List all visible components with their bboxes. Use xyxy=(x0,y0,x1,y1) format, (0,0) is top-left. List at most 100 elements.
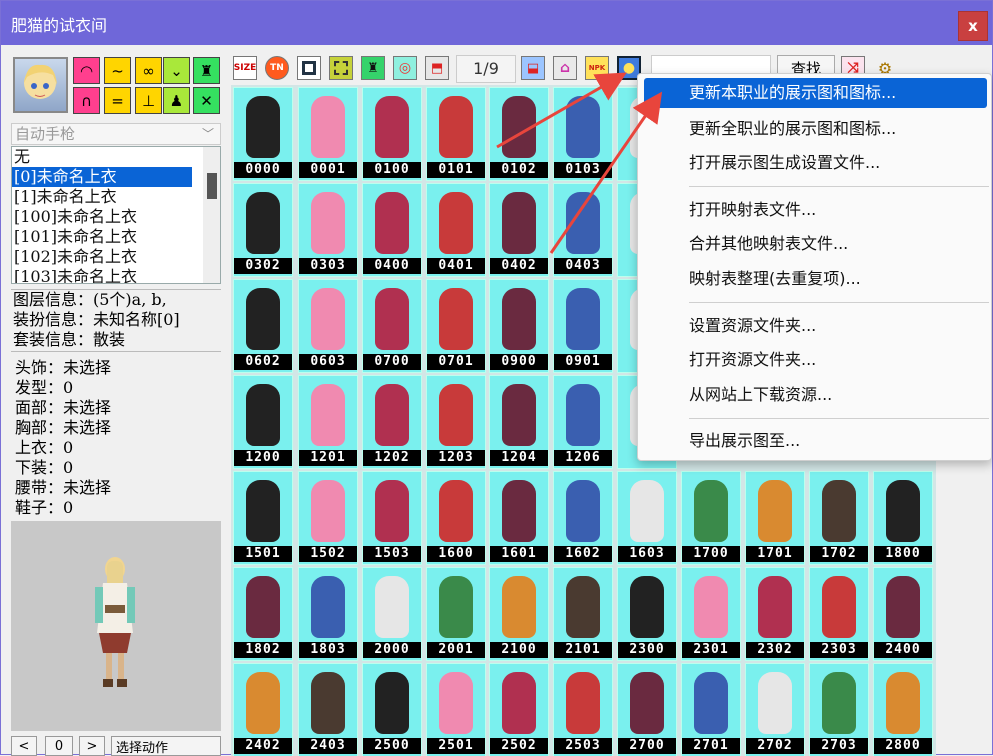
outfit-cell[interactable]: 1503 xyxy=(362,471,422,565)
outfit-cell[interactable]: 0602 xyxy=(233,279,293,373)
menu-item-open-settings[interactable]: 打开展示图生成设置文件... xyxy=(644,148,987,178)
size-icon[interactable]: SIZE xyxy=(233,56,257,80)
frame-icon[interactable] xyxy=(297,56,321,80)
outfit-cell[interactable]: 2100 xyxy=(489,567,549,661)
menu-item-update-all[interactable]: 更新全职业的展示图和图标... xyxy=(644,114,987,144)
outfit-cell[interactable]: 1800 xyxy=(873,471,933,565)
outfit-cell[interactable]: 0000 xyxy=(233,87,293,181)
outfit-cell[interactable]: 0403 xyxy=(553,183,613,277)
menu-item-open-map[interactable]: 打开映射表文件... xyxy=(644,195,987,225)
outfit-cell[interactable]: 2702 xyxy=(745,663,805,756)
list-item[interactable]: [103]未命名上衣 xyxy=(12,267,220,283)
outfit-cell[interactable]: 0901 xyxy=(553,279,613,373)
outfit-cell[interactable]: 2502 xyxy=(489,663,549,756)
cat-hair-icon[interactable]: ~ xyxy=(104,57,131,84)
outfit-cell[interactable]: 0001 xyxy=(298,87,358,181)
cat-body-icon[interactable]: ♟ xyxy=(163,87,190,114)
outfit-cell[interactable]: 1203 xyxy=(426,375,486,469)
grid-icon[interactable] xyxy=(329,56,353,80)
menu-item-export-images[interactable]: 导出展示图至... xyxy=(644,426,987,456)
outfit-cell[interactable]: 0103 xyxy=(553,87,613,181)
outfit-cell[interactable]: 0701 xyxy=(426,279,486,373)
close-button[interactable]: x xyxy=(958,11,988,41)
outfit-cell[interactable]: 0303 xyxy=(298,183,358,277)
outfit-cell[interactable]: 1202 xyxy=(362,375,422,469)
cat-headwear-icon[interactable]: ◠ xyxy=(73,57,100,84)
gift-icon[interactable]: ⌂ xyxy=(553,56,577,80)
menu-item-dedupe-map[interactable]: 映射表整理(去重复项)... xyxy=(644,264,987,294)
cat-pants-icon[interactable]: ∩ xyxy=(73,87,100,114)
cat-weapon-icon[interactable]: ✕ xyxy=(193,87,220,114)
outfit-cell[interactable]: 2000 xyxy=(362,567,422,661)
outfit-cell[interactable]: 2001 xyxy=(426,567,486,661)
npk-icon[interactable]: NPK xyxy=(585,56,609,80)
list-item[interactable]: [102]未命名上衣 xyxy=(12,247,220,267)
outfit-cell[interactable]: 2403 xyxy=(298,663,358,756)
item-list[interactable]: 无 [0]未命名上衣 [1]未命名上衣 [100]未命名上衣 [101]未命名上… xyxy=(11,146,221,284)
outfit-cell[interactable]: 2501 xyxy=(426,663,486,756)
outfit-cell[interactable]: 2703 xyxy=(809,663,869,756)
outfit-cell[interactable]: 1502 xyxy=(298,471,358,565)
weapon-select[interactable]: 自动手枪 ﹀ xyxy=(11,123,221,145)
outfit-cell[interactable]: 0102 xyxy=(489,87,549,181)
outfit-cell[interactable]: 0900 xyxy=(489,279,549,373)
next-frame-button[interactable]: > xyxy=(79,736,105,756)
outfit-cell[interactable]: 0401 xyxy=(426,183,486,277)
target-icon[interactable]: ◎ xyxy=(393,56,417,80)
action-select[interactable]: 选择动作 xyxy=(111,736,221,756)
outfit-cell[interactable]: 0402 xyxy=(489,183,549,277)
outfit-cell[interactable]: 0700 xyxy=(362,279,422,373)
outfit-cell[interactable]: 1600 xyxy=(426,471,486,565)
prev-frame-button[interactable]: < xyxy=(11,736,37,756)
scroll-thumb[interactable] xyxy=(207,173,217,199)
cat-wings-icon[interactable]: ⌄ xyxy=(163,57,190,84)
outfit-cell[interactable]: 0400 xyxy=(362,183,422,277)
list-item[interactable]: [101]未命名上衣 xyxy=(12,227,220,247)
outfit-cell[interactable]: 2800 xyxy=(873,663,933,756)
outfit-cell[interactable]: 2301 xyxy=(681,567,741,661)
outfit-cell[interactable]: 2400 xyxy=(873,567,933,661)
outfit-cell[interactable]: 2303 xyxy=(809,567,869,661)
list-item[interactable]: [1]未命名上衣 xyxy=(12,187,220,207)
tn-icon[interactable]: TN xyxy=(265,56,289,80)
list-item[interactable]: [100]未命名上衣 xyxy=(12,207,220,227)
outfit-cell[interactable]: 2300 xyxy=(617,567,677,661)
cat-top-icon[interactable]: ♜ xyxy=(193,57,220,84)
outfit-cell[interactable]: 1501 xyxy=(233,471,293,565)
outfit-cell[interactable]: 1603 xyxy=(617,471,677,565)
outfit-cell[interactable]: 0603 xyxy=(298,279,358,373)
outfit-cell[interactable]: 2101 xyxy=(553,567,613,661)
outfit-cell[interactable]: 1201 xyxy=(298,375,358,469)
outfit-cell[interactable]: 1602 xyxy=(553,471,613,565)
outfit-cell[interactable]: 0100 xyxy=(362,87,422,181)
export-icon[interactable]: ⬒ xyxy=(425,56,449,80)
list-item[interactable]: 无 xyxy=(12,147,220,167)
outfit-cell[interactable]: 0302 xyxy=(233,183,293,277)
outfit-cell[interactable]: 1601 xyxy=(489,471,549,565)
outfit-cell[interactable]: 0101 xyxy=(426,87,486,181)
character-avatar[interactable] xyxy=(13,57,68,113)
menu-item-download-resources[interactable]: 从网站上下载资源... xyxy=(644,380,987,410)
menu-item-open-resource-folder[interactable]: 打开资源文件夹... xyxy=(644,345,987,375)
cat-shoes-icon[interactable]: ⊥ xyxy=(135,87,162,114)
outfit-cell[interactable]: 2700 xyxy=(617,663,677,756)
outfit-cell[interactable]: 2701 xyxy=(681,663,741,756)
cat-glasses-icon[interactable]: ∞ xyxy=(135,57,162,84)
menu-item-set-resource-folder[interactable]: 设置资源文件夹... xyxy=(644,311,987,341)
list-scrollbar[interactable] xyxy=(203,147,220,283)
page-prev-icon[interactable]: ⬓ xyxy=(521,56,545,80)
outfit-cell[interactable]: 2302 xyxy=(745,567,805,661)
outfit-cell[interactable]: 1701 xyxy=(745,471,805,565)
menu-item-update-current[interactable]: 更新本职业的展示图和图标... xyxy=(644,78,987,108)
outfit-cell[interactable]: 2503 xyxy=(553,663,613,756)
shirt-swap-icon[interactable]: ♜ xyxy=(361,56,385,80)
frame-input[interactable]: 0 xyxy=(45,736,73,756)
list-item-selected[interactable]: [0]未命名上衣 xyxy=(12,167,192,187)
outfit-cell[interactable]: 1803 xyxy=(298,567,358,661)
outfit-cell[interactable]: 1702 xyxy=(809,471,869,565)
outfit-cell[interactable]: 2500 xyxy=(362,663,422,756)
outfit-cell[interactable]: 1204 xyxy=(489,375,549,469)
outfit-cell[interactable]: 1206 xyxy=(553,375,613,469)
outfit-cell[interactable]: 1802 xyxy=(233,567,293,661)
cat-belt-icon[interactable]: = xyxy=(104,87,131,114)
